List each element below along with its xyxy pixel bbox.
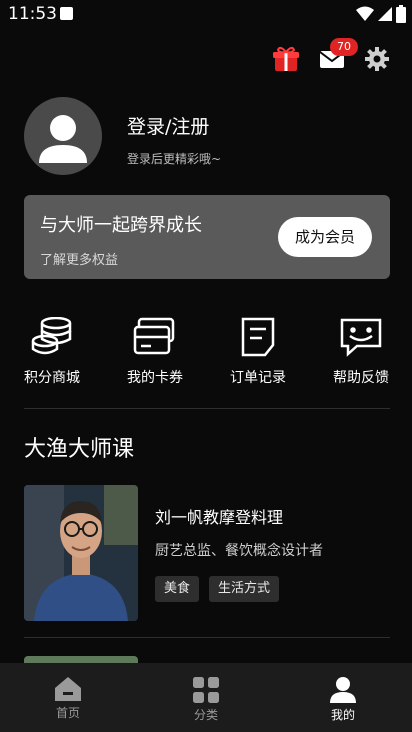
nav-label: 分类 [193,708,218,722]
battery-icon [396,5,406,23]
course-description: 厨艺总监、餐饮概念设计者 [155,543,323,559]
card-icon [133,317,175,355]
nav-label: 我的 [330,708,355,722]
wifi-icon [356,6,374,21]
shortcut-orders[interactable]: 订单记录 [213,317,303,387]
shortcut-my-cards[interactable]: 我的卡券 [110,317,200,387]
shortcut-points-mall[interactable]: 积分商城 [7,317,97,387]
shortcut-help-feedback[interactable]: 帮助反馈 [316,317,406,387]
membership-title: 与大师一起跨界成长 [40,215,202,236]
home-icon [55,677,81,701]
membership-subtitle[interactable]: 了解更多权益 [40,249,118,268]
person-icon [330,677,356,703]
shortcut-label: 帮助反馈 [333,370,389,386]
course-tag[interactable]: 美食 [155,576,200,602]
course-title[interactable]: 刘一帆教摩登料理 [155,504,283,528]
gift-icon[interactable] [271,44,301,74]
status-icons [356,5,406,23]
app-notification-icon [60,7,73,20]
avatar[interactable] [24,97,102,175]
divider [24,637,390,638]
section-title: 大渔大师课 [24,437,135,462]
order-icon [241,317,275,357]
login-hint: 登录后更精彩哦~ [127,152,222,166]
nav-home[interactable]: 首页 [28,676,108,721]
course-tag[interactable]: 生活方式 [209,576,280,602]
shortcut-label: 我的卡券 [127,370,183,386]
become-member-button[interactable]: 成为会员 [278,217,372,257]
signal-icon [378,7,392,21]
shortcut-label: 积分商城 [24,370,80,386]
status-time: 11:53 [8,4,57,24]
grid-icon [193,677,219,703]
mail-badge: 70 [330,38,358,56]
shortcut-label: 订单记录 [230,370,286,386]
feedback-icon [340,318,382,357]
coins-icon [31,317,72,355]
course-thumbnail[interactable] [24,485,138,621]
nav-label: 首页 [55,706,80,720]
nav-category[interactable]: 分类 [166,676,246,723]
login-register-link[interactable]: 登录/注册 [127,112,209,139]
divider [24,408,390,409]
nav-mine[interactable]: 我的 [303,676,383,723]
settings-gear-icon[interactable] [362,44,392,74]
